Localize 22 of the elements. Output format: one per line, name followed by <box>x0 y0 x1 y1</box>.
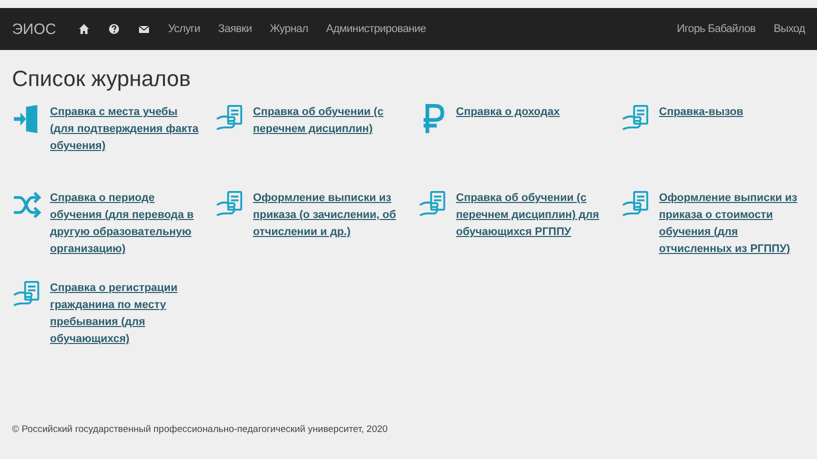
nav-link[interactable]: Заявки <box>218 23 252 35</box>
page-title: Список журналов <box>12 66 192 92</box>
nav-link[interactable]: Администрирование <box>326 23 426 35</box>
journal-link[interactable]: Справка об обучении (с перечнем дисциплин) <box>253 104 405 138</box>
journal-link[interactable]: Справка с места учебы (для подтверждения факта обучения) <box>50 104 202 155</box>
footer-text: © Российский государственный профессионально-педагогический университет, 2020 <box>11 424 389 437</box>
nav-link[interactable]: Журнал <box>270 23 308 35</box>
logout-link[interactable]: Выход <box>774 23 805 35</box>
user-link[interactable]: Игорь Бабайлов <box>676 23 756 35</box>
journal-link[interactable]: Справка о доходах <box>456 104 608 121</box>
journal-link[interactable]: Справка о периоде обучения (для перевода в другую образовательную организацию) <box>50 190 202 258</box>
journal-link[interactable]: Справка-вызов <box>659 104 811 121</box>
help-icon[interactable] <box>108 23 120 35</box>
mail-icon[interactable] <box>138 23 150 35</box>
journal-link[interactable]: Оформление выписки из приказа (о зачислении, об отчислении и др.) <box>253 190 405 241</box>
shuffle-icon <box>12 190 42 220</box>
home-icon[interactable] <box>78 23 90 35</box>
journal-link[interactable]: Справка об обучении (с перечнем дисциплин) для обучающихся РГППУ <box>456 190 608 241</box>
journal-link[interactable]: Оформление выписки из приказа о стоимости обучения (для отчисленных из РГППУ) <box>659 190 811 258</box>
nav-link[interactable]: Услуги <box>168 23 200 35</box>
brand-link[interactable]: ЭИОС <box>12 20 56 38</box>
journal-link[interactable]: Справка о регистрации гражданина по месту пребывания (для обучающихся) <box>50 280 202 348</box>
